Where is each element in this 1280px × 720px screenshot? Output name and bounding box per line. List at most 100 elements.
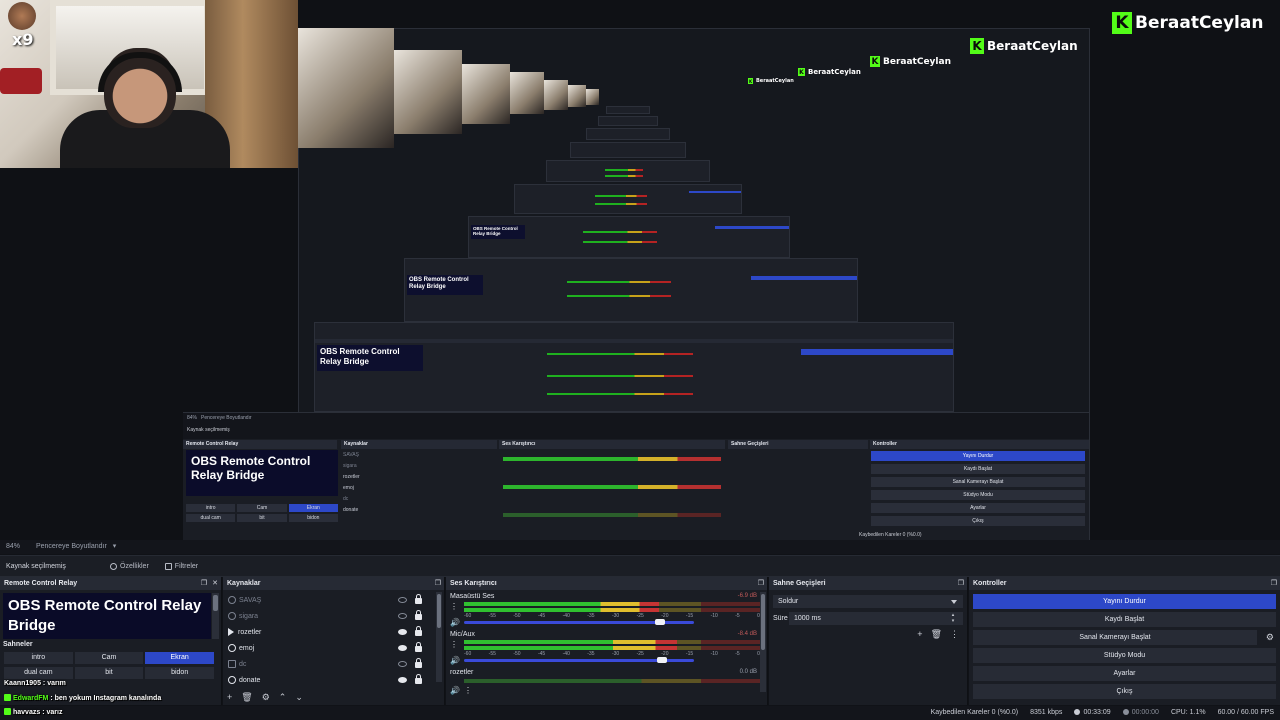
duration-label: Süre <box>773 615 788 622</box>
gear-icon <box>110 562 117 570</box>
duration-input[interactable]: 1000 ms <box>789 612 963 625</box>
stop-streaming-button[interactable]: Yayını Durdur <box>973 594 1276 609</box>
eye-icon[interactable] <box>398 645 407 651</box>
fader-knob[interactable] <box>656 657 667 663</box>
nested-scene-btn: intro <box>186 504 236 512</box>
lock-icon[interactable] <box>415 610 422 620</box>
speaker-icon[interactable]: 🔊 <box>450 619 460 627</box>
db-tick: -45 <box>537 613 546 619</box>
db-tick: -5 <box>735 613 740 619</box>
scene-button-intro[interactable]: intro <box>4 652 73 664</box>
source-row[interactable]: donate <box>223 672 435 688</box>
nested-meter <box>503 485 721 489</box>
speaker-icon[interactable]: 🔊 <box>450 687 460 695</box>
relay-bridge-box: OBS Remote Control Relay Bridge <box>3 593 211 639</box>
source-label: donate <box>239 676 261 684</box>
move-down-icon[interactable]: ⌄ <box>295 692 303 703</box>
nested-meter <box>595 203 647 205</box>
lock-icon[interactable] <box>415 674 422 684</box>
broadcast-icon <box>1074 709 1081 715</box>
nested-obs-window-1: 84% Pencereye Boyutlandır Kaynak seçilme… <box>183 412 1089 540</box>
scene-button-dual-cam[interactable]: dual cam <box>4 667 73 679</box>
float-dock-icon[interactable]: ❐ <box>435 577 441 590</box>
mixer-scrollbar[interactable] <box>760 592 766 692</box>
move-up-icon[interactable]: ⌃ <box>279 692 287 703</box>
scene-button-bidon[interactable]: bidon <box>145 667 214 679</box>
volume-fader-mic[interactable] <box>464 657 694 663</box>
group-icon <box>228 676 236 684</box>
studio-mode-button[interactable]: Stüdyo Modu <box>973 648 1276 663</box>
source-row[interactable]: dc <box>223 656 435 672</box>
settings-dots-icon[interactable]: ⋮ <box>464 687 472 695</box>
sources-scrollbar[interactable] <box>436 592 442 682</box>
dock-buttons: ❐ <box>958 577 964 590</box>
lock-icon[interactable] <box>415 626 422 636</box>
emote-multiplier: x9 <box>12 30 34 49</box>
scene-button-bit[interactable]: bit <box>74 667 144 679</box>
gear-icon[interactable]: ⚙ <box>262 692 270 703</box>
brand-name: BeraatCeylan <box>756 78 794 84</box>
filters-button[interactable]: Filtreler <box>164 562 198 570</box>
zoom-level[interactable]: 84% <box>6 543 20 550</box>
chevron-down-icon[interactable]: ▾ <box>113 543 117 550</box>
brand-watermark: K BeraatCeylan <box>1112 12 1263 34</box>
eye-icon[interactable] <box>398 629 407 635</box>
brand-k-logo: K <box>748 78 753 84</box>
nested-brand-4: K BeraatCeylan <box>748 78 794 84</box>
volume-fader-desktop[interactable] <box>464 619 694 625</box>
transition-select[interactable]: Soldur <box>773 595 963 608</box>
db-tick: -50 <box>513 651 521 657</box>
trash-icon[interactable]: 🗑 <box>241 692 252 703</box>
preview-canvas[interactable]: OBS Remote Control Relay Bridge OBS Remo… <box>0 0 1280 540</box>
settings-dots-icon[interactable]: ⋮ <box>450 641 458 649</box>
eye-hidden-icon[interactable] <box>398 661 407 667</box>
float-dock-icon[interactable]: ❐ <box>201 577 207 590</box>
relay-scrollbar[interactable] <box>212 593 219 639</box>
db-tick: -30 <box>611 651 620 657</box>
lock-icon[interactable] <box>415 594 422 604</box>
status-right: Kaybedilen Kareler 0 (%0.0) 8351 kbps 00… <box>931 706 1274 720</box>
trash-icon[interactable]: 🗑 <box>931 629 942 640</box>
db-tick: -45 <box>537 651 546 657</box>
float-dock-icon[interactable]: ❐ <box>1271 577 1277 590</box>
gear-icon[interactable]: ⚙ <box>1266 632 1274 643</box>
eye-hidden-icon[interactable] <box>398 597 407 603</box>
rec-time: 00:00:00 <box>1122 706 1159 720</box>
add-icon[interactable]: + <box>227 692 232 703</box>
add-icon[interactable]: + <box>917 629 922 640</box>
start-recording-button[interactable]: Kaydı Başlat <box>973 612 1276 627</box>
controls-dock-title-text: Kontroller <box>973 580 1007 587</box>
source-row[interactable]: SAVAŞ <box>223 592 435 608</box>
eye-icon[interactable] <box>398 677 407 683</box>
scene-button-cam[interactable]: Cam <box>74 652 144 664</box>
chat-text: varım <box>47 680 66 687</box>
close-icon[interactable]: ✕ <box>212 577 218 590</box>
settings-button[interactable]: Ayarlar <box>973 666 1276 681</box>
eye-hidden-icon[interactable] <box>398 613 407 619</box>
db-tick: -10 <box>710 613 718 619</box>
source-row[interactable]: sigara <box>223 608 435 624</box>
nested-scene-btn: bit <box>237 514 287 522</box>
start-virtual-camera-button[interactable]: Sanal Kamerayı Başlat <box>973 630 1257 645</box>
window-mode-dropdown[interactable]: Pencereye Boyutlandır <box>36 543 107 550</box>
source-row[interactable]: emoj <box>223 640 435 656</box>
scene-button-ekran[interactable]: Ekran <box>145 652 214 664</box>
fader-knob[interactable] <box>654 619 665 625</box>
lock-icon[interactable] <box>415 642 422 652</box>
speaker-icon[interactable]: 🔊 <box>450 657 460 665</box>
source-row[interactable]: rozetler <box>223 624 435 640</box>
properties-button[interactable]: Özellikler <box>110 562 149 570</box>
chat-message: Kaann1905 : varım <box>4 680 66 687</box>
more-dots-icon[interactable]: ⋮ <box>950 629 959 640</box>
lock-icon[interactable] <box>415 658 422 668</box>
float-dock-icon[interactable]: ❐ <box>758 577 764 590</box>
live-time-value: 00:33:09 <box>1083 709 1111 716</box>
recursive-webcam-6 <box>568 85 586 107</box>
channel-name-mic: Mic/Aux <box>450 631 475 638</box>
settings-dots-icon[interactable]: ⋮ <box>450 603 458 611</box>
nested-source: dc <box>343 496 349 502</box>
float-dock-icon[interactable]: ❐ <box>958 577 964 590</box>
db-tick: -5 <box>735 651 740 657</box>
nested-sources-dock-title: Kaynaklar <box>341 440 497 449</box>
exit-button[interactable]: Çıkış <box>973 684 1276 699</box>
